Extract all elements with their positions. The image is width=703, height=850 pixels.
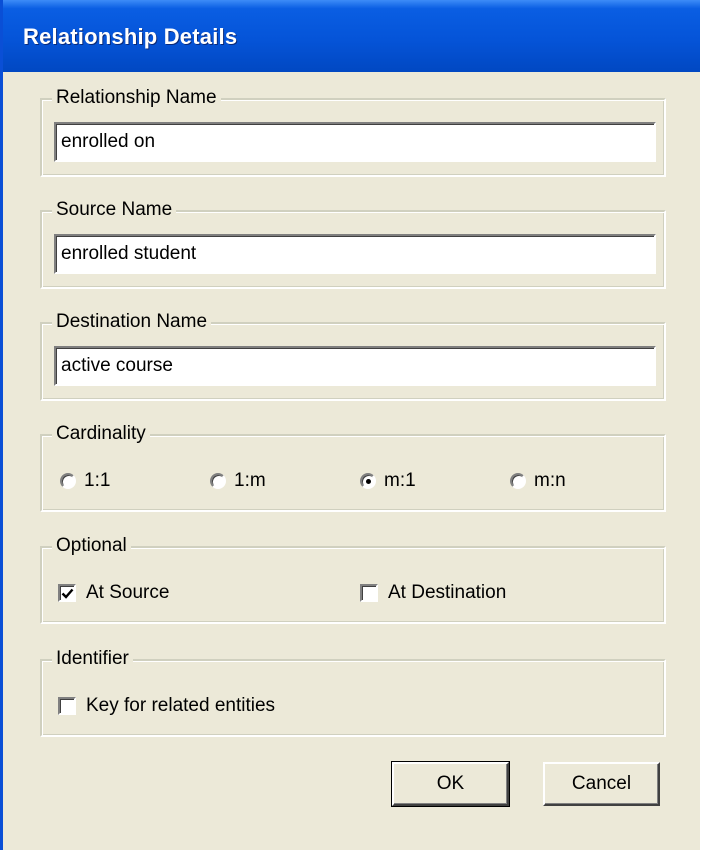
optional-label: Optional: [52, 534, 131, 558]
identifier-group: Identifier Key for related entities: [40, 647, 666, 737]
cardinality-radio-m-1[interactable]: m:1: [360, 470, 416, 492]
window-title: Relationship Details: [23, 24, 238, 49]
cardinality-label: Cardinality: [52, 422, 150, 446]
destination-name-label: Destination Name: [52, 310, 212, 334]
checkbox-icon: [58, 697, 76, 715]
radio-button-selected-icon: [360, 473, 376, 489]
cardinality-radio-1-1[interactable]: 1:1: [60, 470, 110, 492]
cardinality-radio-m-n[interactable]: m:n: [510, 470, 566, 492]
checkbox-icon: [360, 584, 378, 602]
relationship-name-input[interactable]: [54, 122, 656, 162]
key-related-entities-checkbox[interactable]: Key for related entities: [58, 695, 275, 717]
cardinality-option-label: m:n: [534, 470, 566, 491]
cardinality-radio-1-m[interactable]: 1:m: [210, 470, 266, 492]
at-destination-label: At Destination: [388, 582, 507, 603]
at-source-label: At Source: [86, 582, 170, 603]
source-name-input[interactable]: [54, 234, 656, 274]
key-related-entities-label: Key for related entities: [86, 695, 276, 716]
destination-name-input[interactable]: [54, 346, 656, 386]
radio-button-icon: [60, 473, 76, 489]
radio-button-icon: [210, 473, 226, 489]
destination-name-group: Destination Name: [40, 310, 666, 401]
checkbox-checked-icon: [58, 584, 76, 602]
radio-button-icon: [510, 473, 526, 489]
optional-group: Optional At Source At Destination: [40, 534, 666, 624]
cancel-button[interactable]: Cancel: [543, 762, 660, 806]
source-name-label: Source Name: [52, 198, 177, 222]
cardinality-option-label: m:1: [384, 470, 416, 491]
cardinality-option-label: 1:1: [84, 470, 111, 491]
cardinality-option-label: 1:m: [234, 470, 266, 491]
title-bar[interactable]: Relationship Details: [3, 0, 700, 72]
identifier-label: Identifier: [52, 647, 133, 671]
optional-at-source-checkbox[interactable]: At Source: [58, 582, 169, 604]
optional-at-destination-checkbox[interactable]: At Destination: [360, 582, 506, 604]
cardinality-group: Cardinality 1:1 1:m m:1 m:n: [40, 422, 666, 512]
relationship-name-group: Relationship Name: [40, 86, 666, 177]
ok-button[interactable]: OK: [391, 761, 510, 807]
relationship-name-label: Relationship Name: [52, 86, 221, 110]
relationship-details-dialog: Relationship Details Relationship Name S…: [0, 0, 700, 850]
source-name-group: Source Name: [40, 198, 666, 289]
